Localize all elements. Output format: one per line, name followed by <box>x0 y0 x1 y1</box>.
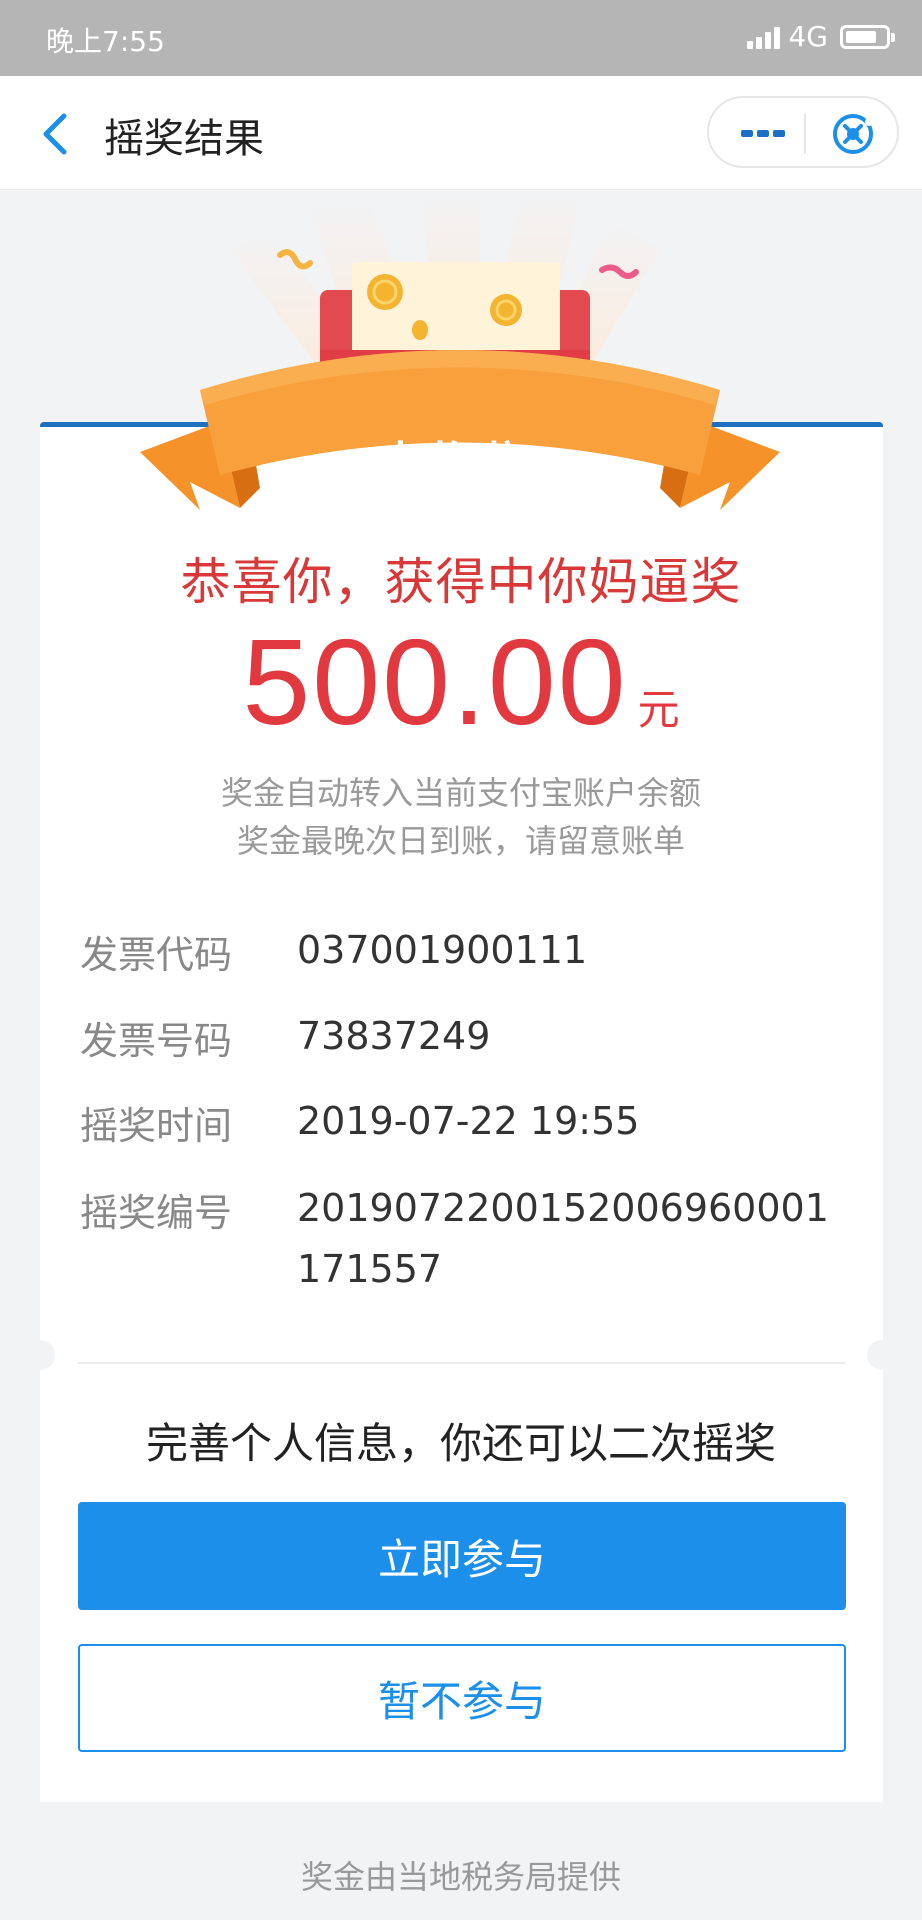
card-notch-left <box>25 1340 55 1370</box>
more-button[interactable] <box>737 120 793 148</box>
card-notch-right <box>867 1340 897 1370</box>
prize-unit: 元 <box>637 685 680 734</box>
mini-app-capsule <box>707 96 899 168</box>
card-scallop-edge <box>40 1798 883 1814</box>
invoice-number-label: 发票号码 <box>80 1019 233 1063</box>
page-title: 摇奖结果 <box>104 116 264 162</box>
draw-time-value: 2019-07-22 19:55 <box>297 1099 640 1143</box>
second-draw-prompt: 完善个人信息，你还可以二次摇奖 <box>145 1419 776 1468</box>
draw-id-value: 2019072200152006960001171557 <box>297 1186 829 1291</box>
invoice-code-value: 037001900111 <box>297 928 588 972</box>
note-line-1: 奖金自动转入当前支付宝账户余额 <box>220 774 701 812</box>
network-type: 4G <box>788 20 828 53</box>
status-indicators: 4G <box>747 20 895 53</box>
note-line-2: 奖金最晚次日到账，请留意账单 <box>236 822 685 860</box>
close-circle-icon <box>833 114 873 154</box>
prize-amount-row: 500.00 元 <box>0 612 922 752</box>
chevron-left-icon <box>43 113 67 155</box>
close-button[interactable] <box>829 110 877 158</box>
prize-amount: 500.00 <box>242 614 628 750</box>
divider <box>78 1362 845 1364</box>
invoice-number-value: 73837249 <box>297 1014 491 1058</box>
more-dots-icon <box>741 130 785 137</box>
battery-icon <box>840 24 895 49</box>
invoice-code-label: 发票代码 <box>80 933 233 977</box>
back-button[interactable] <box>34 110 78 158</box>
draw-time-label: 摇奖时间 <box>80 1104 233 1148</box>
status-bar: 晚上7:55 4G <box>0 0 922 76</box>
coin-icon <box>367 274 403 310</box>
congrats-text: 恭喜你，获得中你妈逼奖 <box>180 553 742 611</box>
join-now-button[interactable]: 立即参与 <box>78 1502 846 1610</box>
ribbon-text: 中奖啦! <box>377 437 545 491</box>
nav-bar: 摇奖结果 <box>0 76 922 190</box>
draw-id-label: 摇奖编号 <box>80 1191 233 1235</box>
status-time: 晚上7:55 <box>46 25 165 58</box>
skip-button[interactable]: 暂不参与 <box>78 1644 846 1752</box>
capsule-divider <box>804 114 806 154</box>
footer-text: 奖金由当地税务局提供 <box>300 1858 621 1896</box>
signal-icon <box>747 25 781 49</box>
